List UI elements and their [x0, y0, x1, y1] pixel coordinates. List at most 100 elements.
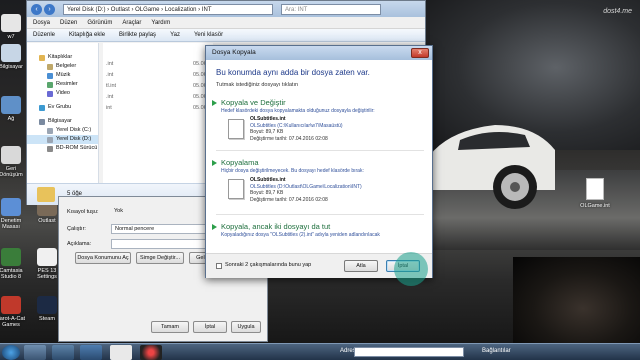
nav-item-icon	[47, 127, 53, 134]
file-row-name[interactable]: .int	[106, 94, 113, 100]
taskbar-app-windows[interactable]	[52, 345, 74, 360]
desktop-icon[interactable]: Ağ	[0, 96, 28, 122]
organize-button[interactable]: Düzenle	[33, 32, 55, 38]
apply-to-all-checkbox[interactable]	[216, 263, 222, 269]
shortcut-key-value[interactable]: Yok	[111, 207, 211, 217]
menu-file[interactable]: Dosya	[33, 20, 50, 26]
forward-icon[interactable]: ›	[44, 3, 55, 15]
dialog-title: Dosya Kopyala	[206, 46, 432, 60]
desktop-file-olgame[interactable]: OLGame.int	[575, 178, 615, 209]
menu-tools[interactable]: Araçlar	[122, 20, 141, 26]
nav-item[interactable]: Yerel Disk (C:)	[27, 126, 98, 135]
nav-item[interactable]: Resimler	[27, 80, 98, 89]
nav-item[interactable]: Yerel Disk (D:)	[27, 135, 98, 144]
arrow-right-icon	[212, 99, 217, 106]
nav-item[interactable]: Bilgisayar	[27, 117, 98, 126]
divider	[216, 150, 424, 151]
run-label: Çalıştır:	[67, 226, 86, 232]
nav-item-label: Yerel Disk (C:)	[56, 127, 92, 133]
option-title: Kopyala, ancak iki dosyayı da tut	[221, 222, 331, 231]
app-icon	[1, 14, 21, 32]
desktop-icon[interactable]: w7	[0, 14, 28, 40]
taskbar-app-explorer[interactable]	[24, 345, 46, 360]
desktop-icon[interactable]: Tarot-A-Cat Games	[0, 296, 28, 328]
nav-item-label: Video	[56, 90, 70, 96]
nav-item[interactable]: Belgeler	[27, 62, 98, 71]
properties-cancel-button[interactable]: İptal	[193, 321, 227, 333]
close-icon[interactable]: x	[411, 48, 429, 58]
nav-item[interactable]: Ev Grubu	[27, 103, 98, 112]
nav-item-label: BD-ROM Sürücü	[56, 145, 98, 151]
comment-input[interactable]	[111, 239, 211, 249]
nav-item[interactable]: Kitaplıklar	[27, 53, 98, 62]
desktop-icon[interactable]: Camtasia Studio 8	[0, 248, 28, 280]
desktop-icon[interactable]: Bilgisayar	[0, 44, 28, 70]
desktop-file-label: OLGame.int	[580, 203, 610, 209]
navigation-pane: Kitaplıklar Belgeler Müzik Resimler Video Ev …	[27, 43, 99, 183]
nav-item-label: Bilgisayar	[48, 118, 72, 124]
comment-label: Açıklama:	[67, 241, 92, 247]
file-row-name[interactable]: tl.int	[106, 83, 116, 89]
wallpaper-car	[430, 125, 555, 209]
divider	[216, 214, 424, 215]
menu-view[interactable]: Görünüm	[87, 20, 112, 26]
apply-button[interactable]: Uygula	[231, 321, 261, 333]
nav-item[interactable]: Müzik	[27, 71, 98, 80]
open-file-location-button[interactable]: Dosya Konumunu Aç	[75, 252, 131, 264]
nav-item[interactable]: Video	[27, 89, 98, 98]
desktop-icon-label: Ağ	[7, 116, 15, 122]
ok-button[interactable]: Tamam	[151, 321, 189, 333]
file-row-name[interactable]: int	[106, 105, 112, 111]
start-button[interactable]	[2, 345, 20, 360]
menu-bar: Dosya Düzen Görünüm Araçlar Yardım	[27, 17, 425, 29]
address-bar[interactable]: Yerel Disk (D:) › Outlast › OLGame › Loc…	[63, 3, 273, 15]
app-icon	[1, 198, 21, 216]
file-modified: Değiştirme tarihi: 07.04.2016 02:08	[250, 135, 328, 142]
taskbar-app-recorder[interactable]	[140, 345, 162, 360]
copy-and-replace-option[interactable]: Kopyala ve Değiştir Hedef klasördeki dos…	[212, 98, 426, 114]
watermark: dost4.me	[603, 8, 632, 15]
nav-item-icon	[47, 63, 53, 70]
nav-item[interactable]: BD-ROM Sürücü	[27, 144, 98, 153]
copy-file-dialog: Dosya Kopyala x Bu konumda aynı adda bir…	[205, 45, 433, 278]
desktop-icon[interactable]: Denetim Masası	[0, 198, 28, 230]
desktop-icon-label: w7	[7, 34, 15, 40]
menu-help[interactable]: Yardım	[151, 20, 170, 26]
skip-button[interactable]: Atla	[344, 260, 378, 272]
option-title: Kopyalama	[221, 158, 259, 167]
destination-file-info: OLSubtitles.int OLSubtitles (D:\Outlast\…	[250, 177, 362, 203]
copy-keep-both-option[interactable]: Kopyala, ancak iki dosyayı da tut Kopyal…	[212, 222, 426, 238]
links-toolbar-label[interactable]: Bağlantılar	[482, 348, 511, 354]
file-row-name[interactable]: .int	[106, 72, 113, 78]
nav-item-label: Müzik	[56, 72, 71, 78]
nav-item-icon	[39, 54, 45, 61]
nav-item-label: Resimler	[56, 81, 78, 87]
shortcut-key-label: Kısayol tuşu:	[67, 209, 99, 215]
dont-copy-option[interactable]: Kopyalama Hiçbir dosya değiştirilmeyecek…	[212, 158, 426, 174]
run-select[interactable]: Normal pencere	[111, 224, 211, 234]
desktop-icon-label: Steam	[39, 316, 55, 322]
taskbar-app-yandex[interactable]	[110, 345, 132, 360]
search-input[interactable]: Ara: INT	[281, 3, 381, 15]
option-description: Kopyaladığınız dosya "OLSubtitles (2).in…	[221, 232, 380, 238]
desktop-icon[interactable]: Geri Dönüşüm	[0, 146, 28, 178]
new-folder-button[interactable]: Yeni klasör	[194, 32, 223, 38]
menu-edit[interactable]: Düzen	[60, 20, 77, 26]
nav-item-label: Yerel Disk (D:)	[56, 136, 92, 142]
file-list: .int 05.06 .int 05.06 tl.int 05.06 .int 05.06 in…	[103, 43, 213, 183]
nav-item-icon	[47, 90, 53, 97]
change-icon-button[interactable]: Simge Değiştir...	[136, 252, 184, 264]
address-toolbar-input[interactable]	[354, 347, 464, 357]
file-row-name[interactable]: .int	[106, 61, 113, 67]
option-description: Hiçbir dosya değiştirilmeyecek. Bu dosya…	[221, 168, 364, 174]
taskbar-app-ie[interactable]	[80, 345, 102, 360]
nav-item-icon	[47, 136, 53, 143]
back-icon[interactable]: ‹	[31, 3, 42, 15]
desktop-icon-label: Camtasia Studio 8	[0, 268, 23, 280]
add-to-library-button[interactable]: Kitaplığa ekle	[69, 32, 105, 38]
burn-button[interactable]: Yaz	[170, 32, 180, 38]
share-with-button[interactable]: Birlikte paylaş	[119, 32, 156, 38]
dialog-subheading: Tutmak istediğiniz dosyayı tıklatın	[216, 82, 299, 88]
option-description: Hedef klasördeki dosya kopyalamakta oldu…	[221, 108, 375, 114]
app-icon	[1, 96, 21, 114]
